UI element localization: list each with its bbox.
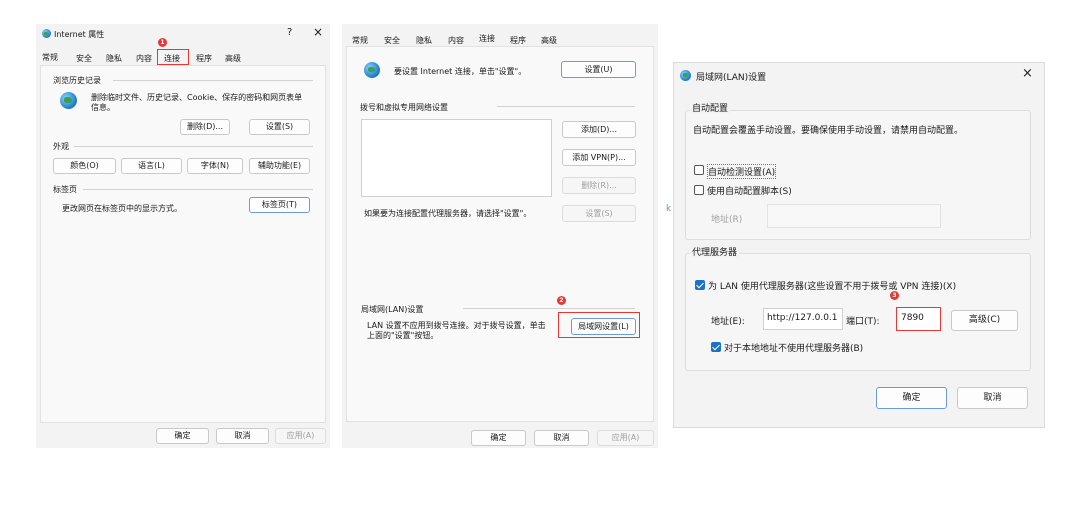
dialup-heading: 拨号和虚拟专用网络设置: [360, 103, 448, 112]
d2-tab-privacy[interactable]: 隐私: [416, 35, 432, 46]
add-button[interactable]: 添加(D)...: [562, 121, 636, 138]
connections-tab-highlight: [157, 49, 189, 65]
tab-general[interactable]: 常规: [42, 52, 58, 63]
lan-cancel-button[interactable]: 取消: [957, 387, 1028, 409]
lan-close-icon[interactable]: ×: [1022, 66, 1033, 81]
d2-tab-programs[interactable]: 程序: [510, 35, 526, 46]
proxy-config-text: 如果要为连接配置代理服务器，请选择"设置"。: [364, 209, 532, 218]
proxy-port-label: 端口(T):: [846, 317, 880, 327]
lan-heading: 局域网(LAN)设置: [361, 305, 424, 314]
auto-script-label[interactable]: 使用自动配置脚本(S): [707, 184, 792, 197]
languages-button[interactable]: 语言(L): [121, 158, 182, 174]
script-address-label: 地址(R): [711, 215, 743, 225]
advanced-button[interactable]: 高级(C): [951, 310, 1018, 331]
d2-tab-security[interactable]: 安全: [384, 35, 400, 46]
fonts-button[interactable]: 字体(N): [187, 158, 243, 174]
ie-icon: [42, 29, 51, 38]
tab-programs[interactable]: 程序: [196, 53, 212, 64]
d2-tab-content[interactable]: 内容: [448, 35, 464, 46]
auto-detect-checkbox[interactable]: [694, 165, 704, 175]
tabs-separator: [83, 189, 313, 190]
history-heading: 浏览历史记录: [53, 76, 101, 85]
setup-button[interactable]: 设置(U): [561, 61, 636, 78]
close-icon[interactable]: ×: [313, 25, 323, 39]
tab-privacy[interactable]: 隐私: [106, 53, 122, 64]
lan-settings-highlight: [558, 312, 640, 338]
proxy-port-value: 7890: [901, 313, 924, 323]
lan-separator: [463, 308, 635, 309]
history-globe-icon: [60, 92, 77, 109]
script-address-input[interactable]: [767, 204, 941, 228]
d2-tab-general[interactable]: 常规: [352, 35, 368, 46]
step-badge-2: 2: [557, 296, 566, 305]
tab-content[interactable]: 内容: [136, 53, 152, 64]
dialog1-title: Internet 属性: [54, 30, 105, 39]
d1-ok-button[interactable]: 确定: [156, 428, 209, 444]
add-vpn-button[interactable]: 添加 VPN(P)...: [562, 149, 636, 166]
history-settings-button[interactable]: 设置(S): [249, 119, 310, 135]
d2-cancel-button[interactable]: 取消: [534, 430, 589, 446]
lan-description: LAN 设置不应用到拨号连接。对于拨号设置，单击上面的"设置"按钮。: [367, 321, 546, 340]
tabs-heading: 标签页: [53, 185, 77, 194]
accessibility-button[interactable]: 辅助功能(E): [249, 158, 310, 174]
connections-list[interactable]: [361, 119, 552, 197]
auto-config-heading: 自动配置: [690, 101, 731, 114]
setup-text: 要设置 Internet 连接，单击"设置"。: [394, 67, 527, 76]
step-badge-1: 1: [158, 38, 167, 47]
colors-button[interactable]: 颜色(O): [53, 158, 116, 174]
tabs-description: 更改网页在标签页中的显示方式。: [62, 204, 182, 213]
proxy-address-value: http://127.0.0.1: [767, 313, 838, 323]
tab-advanced[interactable]: 高级: [225, 53, 241, 64]
bypass-local-label[interactable]: 对于本地地址不使用代理服务器(B): [724, 341, 863, 354]
lan-dialog-icon: [680, 70, 691, 81]
dialup-settings-button[interactable]: 设置(S): [562, 205, 636, 222]
auto-script-checkbox[interactable]: [694, 185, 704, 195]
tab-security[interactable]: 安全: [76, 53, 92, 64]
remove-button[interactable]: 删除(R)...: [562, 177, 636, 194]
appearance-heading: 外观: [53, 142, 69, 151]
d1-cancel-button[interactable]: 取消: [216, 428, 269, 444]
lan-dialog-title: 局域网(LAN)设置: [696, 73, 767, 83]
delete-history-button[interactable]: 删除(D)...: [180, 119, 230, 135]
d2-tab-advanced[interactable]: 高级: [541, 35, 557, 46]
d2-tab-connections[interactable]: 连接: [479, 33, 495, 44]
use-proxy-checkbox[interactable]: [695, 280, 705, 290]
history-separator: [113, 80, 313, 81]
bypass-local-checkbox[interactable]: [711, 342, 721, 352]
use-proxy-label[interactable]: 为 LAN 使用代理服务器(这些设置不用于拨号或 VPN 连接)(X): [708, 279, 956, 292]
auto-config-description: 自动配置会覆盖手动设置。要确保使用手动设置，请禁用自动配置。: [693, 126, 964, 136]
d1-apply-button[interactable]: 应用(A): [275, 428, 326, 444]
d2-apply-button[interactable]: 应用(A): [597, 430, 654, 446]
appearance-separator: [74, 146, 313, 147]
help-icon[interactable]: ?: [287, 27, 292, 38]
history-description: 删除临时文件、历史记录、Cookie、保存的密码和网页表单信息。: [91, 93, 303, 112]
lan-ok-button[interactable]: 确定: [876, 387, 947, 409]
dialup-separator: [497, 106, 635, 107]
auto-detect-label[interactable]: 自动检测设置(A): [707, 164, 777, 179]
tabs-button[interactable]: 标签页(T): [249, 197, 310, 213]
proxy-address-label: 地址(E):: [711, 317, 745, 327]
setup-globe-icon: [364, 62, 380, 78]
proxy-heading: 代理服务器: [690, 245, 740, 258]
d2-ok-button[interactable]: 确定: [471, 430, 526, 446]
stray-character: k: [666, 204, 672, 214]
step-badge-3: 3: [890, 291, 899, 300]
